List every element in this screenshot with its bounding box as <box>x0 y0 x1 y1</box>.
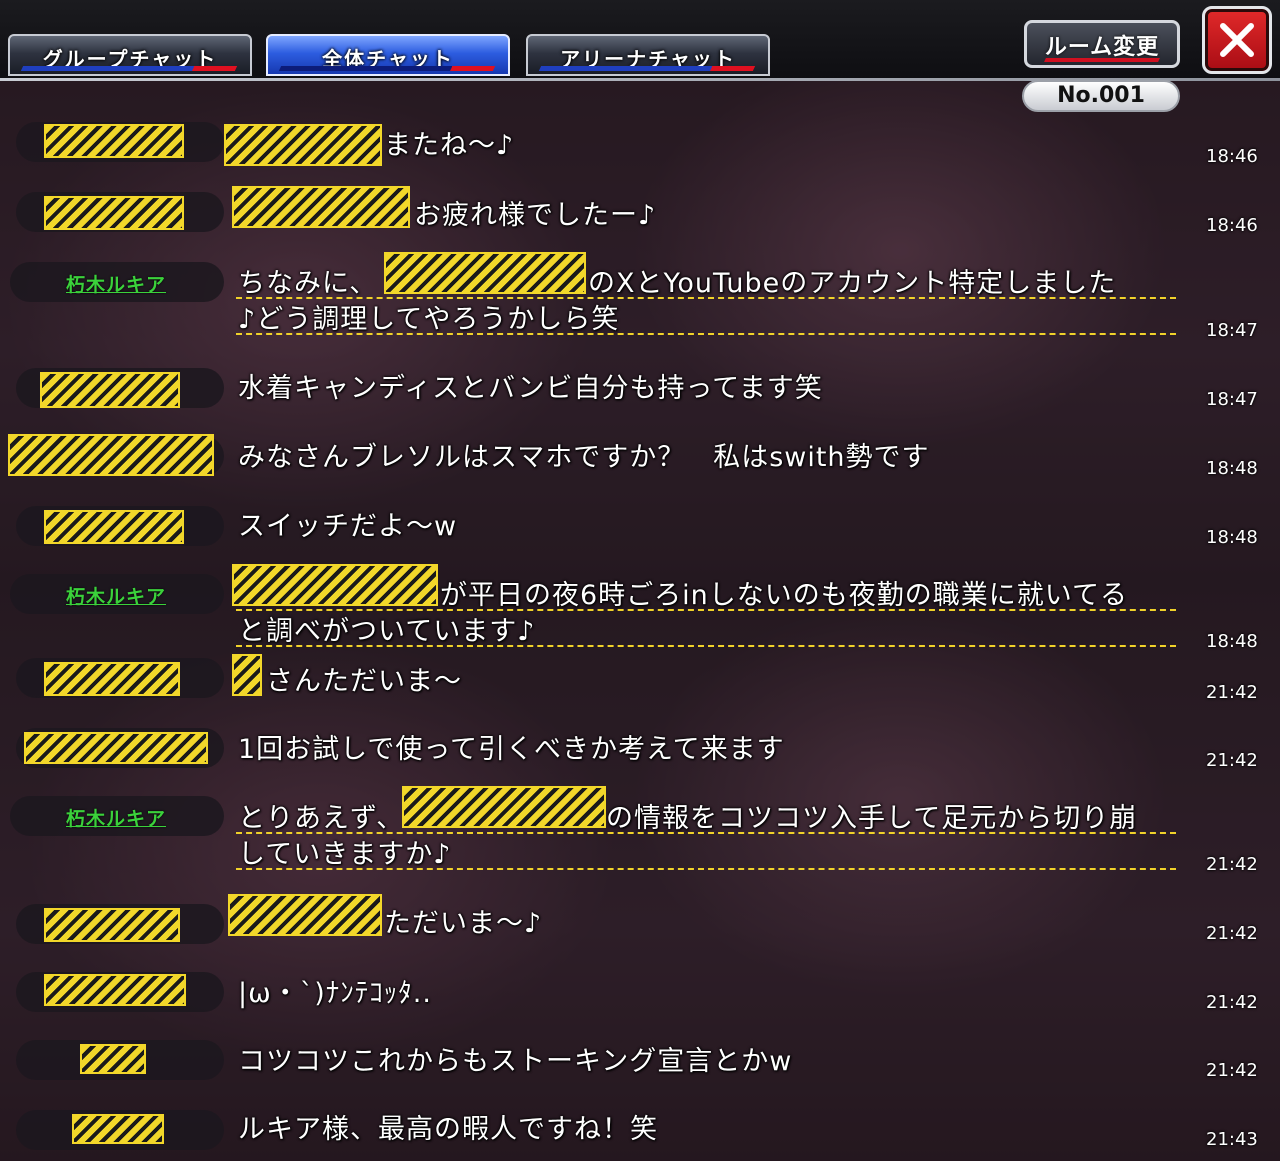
chat-message: ただいま～♪ <box>384 908 543 939</box>
redacted-name <box>72 1114 164 1144</box>
redacted-name <box>44 908 180 942</box>
message-time: 18:46 <box>1206 146 1258 167</box>
tab-arena-chat[interactable]: アリーナチャット <box>526 34 770 76</box>
tab-stripe <box>278 66 496 71</box>
chat-message: の情報をコツコツ入手して足元から切り崩 <box>606 803 1138 834</box>
chat-message: ルキア様、最高の暇人ですね！笑 <box>238 1114 658 1145</box>
chat-message: みなさんブレソルはスマホですか？ 私はswith勢です <box>238 442 930 473</box>
redacted-text <box>224 124 382 166</box>
chat-message: またね～♪ <box>384 130 515 161</box>
chat-message: 1回お試しで使って引くべきか考えて来ます <box>238 734 785 765</box>
redacted-name <box>8 434 214 476</box>
room-change-label: ルーム変更 <box>1044 35 1160 60</box>
chat-message-prefix: ちなみに、 <box>238 268 378 299</box>
redacted-text <box>232 186 410 228</box>
redacted-name <box>44 196 184 230</box>
close-icon <box>1220 23 1254 57</box>
button-stripe <box>1044 58 1160 62</box>
message-time: 21:42 <box>1206 1060 1258 1081</box>
message-time: 21:42 <box>1206 992 1258 1013</box>
redacted-name <box>44 662 180 696</box>
message-time: 21:42 <box>1206 854 1258 875</box>
redacted-name <box>44 974 186 1006</box>
message-time: 21:42 <box>1206 750 1258 771</box>
redacted-name <box>40 372 180 408</box>
redacted-text <box>232 654 262 696</box>
redacted-text <box>232 564 438 606</box>
chat-message-line2: していきますか♪ <box>238 839 452 870</box>
close-button[interactable] <box>1202 6 1272 74</box>
chat-message: スイッチだよ～w <box>238 511 458 542</box>
message-time: 18:46 <box>1206 215 1258 236</box>
message-time: 18:48 <box>1206 458 1258 479</box>
highlight-underline <box>236 645 1176 647</box>
chat-message: さんただいま～ <box>266 666 462 697</box>
sender-name-rukia[interactable]: 朽木ルキア <box>66 582 166 609</box>
chat-message-line2: と調べがついています♪ <box>238 616 536 647</box>
chat-message: が平日の夜6時ごろinしないのも夜勤の職業に就いてる <box>440 580 1128 611</box>
chat-message: コツコツこれからもストーキング宣言とかw <box>238 1046 793 1077</box>
redacted-name <box>80 1044 146 1074</box>
message-time: 21:43 <box>1206 1129 1258 1150</box>
sender-name-rukia[interactable]: 朽木ルキア <box>66 270 166 297</box>
message-time: 21:42 <box>1206 923 1258 944</box>
tab-group-chat[interactable]: グループチャット <box>8 34 252 76</box>
redacted-text <box>402 786 606 828</box>
chat-message-prefix: とりあえず、 <box>238 803 405 834</box>
message-time: 18:48 <box>1206 631 1258 652</box>
redacted-name <box>44 124 184 158</box>
highlight-underline <box>236 333 1176 335</box>
sender-name-rukia[interactable]: 朽木ルキア <box>66 804 166 831</box>
chat-message-line2: ♪どう調理してやろうかしら笑 <box>238 304 620 335</box>
chat-message: のXとYouTubeのアカウント特定しました <box>588 268 1117 299</box>
message-time: 18:48 <box>1206 527 1258 548</box>
redacted-name <box>44 510 184 544</box>
redacted-text <box>228 894 382 936</box>
room-change-button[interactable]: ルーム変更 <box>1024 20 1180 68</box>
tab-stripe <box>538 66 756 71</box>
message-time: 18:47 <box>1206 389 1258 410</box>
tab-global-chat[interactable]: 全体チャット <box>266 34 510 76</box>
message-time: 21:42 <box>1206 682 1258 703</box>
chat-message: |ω・`)ﾅﾝﾃｺｯﾀ.. <box>238 978 432 1009</box>
chat-message: お疲れ様でしたー♪ <box>414 200 657 231</box>
message-time: 18:47 <box>1206 320 1258 341</box>
chat-message: 水着キャンディスとバンビ自分も持ってます笑 <box>238 373 823 404</box>
tab-stripe <box>20 66 238 71</box>
redacted-text <box>384 252 586 294</box>
room-number: No.001 <box>1022 80 1180 112</box>
highlight-underline <box>236 868 1176 870</box>
redacted-name <box>24 732 208 764</box>
